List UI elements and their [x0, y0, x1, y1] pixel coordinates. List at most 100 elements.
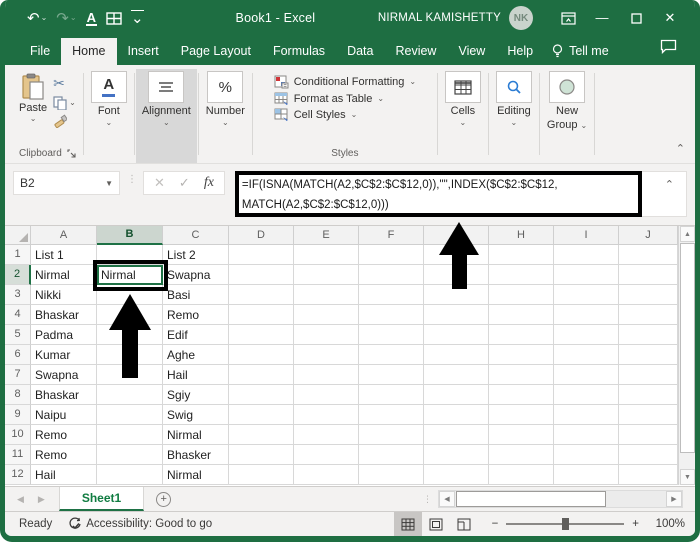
cell-H9[interactable]	[489, 405, 554, 425]
paste-button[interactable]: Paste ⌄	[19, 71, 47, 128]
cell-D10[interactable]	[229, 425, 294, 445]
row-header-11[interactable]: 11	[5, 445, 31, 465]
cell-A4[interactable]: Bhaskar	[31, 305, 97, 325]
view-normal-button[interactable]	[393, 512, 422, 536]
cell-A2[interactable]: Nirmal	[31, 265, 97, 285]
cell-C9[interactable]: Swig	[163, 405, 229, 425]
editing-button[interactable]: Editing ⌄	[495, 71, 532, 127]
number-button[interactable]: % Number ⌄	[206, 71, 245, 127]
cell-J9[interactable]	[619, 405, 678, 425]
cell-C5[interactable]: Edif	[163, 325, 229, 345]
row-header-2[interactable]: 2	[5, 265, 31, 285]
zoom-slider-thumb[interactable]	[562, 518, 570, 531]
cell-H1[interactable]	[489, 245, 554, 265]
cell-H12[interactable]	[489, 465, 554, 485]
undo-icon[interactable]: ↶ ⌄	[27, 11, 47, 26]
column-header-C[interactable]: C	[163, 226, 229, 245]
horizontal-scroll-thumb[interactable]	[456, 491, 606, 507]
tab-page-layout[interactable]: Page Layout	[170, 38, 262, 65]
cell-J7[interactable]	[619, 365, 678, 385]
select-all-button[interactable]	[5, 226, 31, 245]
scroll-left-icon[interactable]: ◀	[439, 491, 455, 507]
cell-F3[interactable]	[359, 285, 424, 305]
vertical-scroll-thumb[interactable]	[680, 243, 695, 453]
formula-bar-grip[interactable]: ⋮	[127, 174, 137, 185]
cell-A12[interactable]: Hail	[31, 465, 97, 485]
cell-A3[interactable]: Nikki	[31, 285, 97, 305]
cell-styles-button[interactable]: Cell Styles ⌄	[274, 108, 357, 121]
cell-G5[interactable]	[424, 325, 489, 345]
name-box-dropdown-icon[interactable]: ▼	[105, 179, 113, 188]
cell-I2[interactable]	[554, 265, 619, 285]
cell-I11[interactable]	[554, 445, 619, 465]
cell-A1[interactable]: List 1	[31, 245, 97, 265]
cell-A11[interactable]: Remo	[31, 445, 97, 465]
cell-J1[interactable]	[619, 245, 678, 265]
zoom-percentage[interactable]: 100%	[647, 518, 685, 530]
cell-D2[interactable]	[229, 265, 294, 285]
cell-G3[interactable]	[424, 285, 489, 305]
cell-E1[interactable]	[294, 245, 359, 265]
cell-B6[interactable]	[97, 345, 163, 365]
cell-H10[interactable]	[489, 425, 554, 445]
cell-E12[interactable]	[294, 465, 359, 485]
new-group-button[interactable]: New Group ⌄	[547, 71, 587, 131]
cell-B5[interactable]	[97, 325, 163, 345]
cell-H2[interactable]	[489, 265, 554, 285]
cell-A8[interactable]: Bhaskar	[31, 385, 97, 405]
cell-G2[interactable]	[424, 265, 489, 285]
avatar[interactable]: NK	[509, 6, 533, 30]
cell-H6[interactable]	[489, 345, 554, 365]
cell-F7[interactable]	[359, 365, 424, 385]
conditional-formatting-button[interactable]: = Conditional Formatting ⌄	[274, 75, 416, 89]
comments-icon[interactable]	[660, 39, 691, 65]
expand-formula-bar-icon[interactable]: ⌃	[665, 178, 674, 191]
cell-B7[interactable]	[97, 365, 163, 385]
cell-E6[interactable]	[294, 345, 359, 365]
cell-G6[interactable]	[424, 345, 489, 365]
row-header-12[interactable]: 12	[5, 465, 31, 485]
formula-input[interactable]: =IF(ISNA(MATCH(A2,$C$2:$C$12,0)),"",INDE…	[234, 171, 687, 217]
cell-I6[interactable]	[554, 345, 619, 365]
cell-A5[interactable]: Padma	[31, 325, 97, 345]
cell-H8[interactable]	[489, 385, 554, 405]
cell-B3[interactable]	[97, 285, 163, 305]
format-as-table-button[interactable]: Format as Table ⌄	[274, 92, 384, 105]
scrollbar-resize-grip[interactable]: ⋮	[423, 494, 432, 504]
cell-E10[interactable]	[294, 425, 359, 445]
cell-B11[interactable]	[97, 445, 163, 465]
cell-D9[interactable]	[229, 405, 294, 425]
redo-icon[interactable]: ↷ ⌄	[56, 11, 76, 26]
zoom-in-icon[interactable]: +	[632, 518, 639, 530]
cell-G1[interactable]	[424, 245, 489, 265]
cell-I4[interactable]	[554, 305, 619, 325]
cell-B12[interactable]	[97, 465, 163, 485]
row-header-10[interactable]: 10	[5, 425, 31, 445]
cell-D1[interactable]	[229, 245, 294, 265]
format-painter-icon[interactable]	[53, 114, 76, 128]
cell-F8[interactable]	[359, 385, 424, 405]
sheet-nav-left-icon[interactable]: ◀	[17, 494, 24, 505]
vertical-scrollbar[interactable]: ▲ ▼	[678, 226, 695, 485]
cell-C11[interactable]: Bhasker	[163, 445, 229, 465]
enter-icon[interactable]: ✓	[179, 175, 190, 191]
cell-C1[interactable]: List 2	[163, 245, 229, 265]
view-page-break-button[interactable]	[450, 512, 478, 536]
cell-F4[interactable]	[359, 305, 424, 325]
cell-C3[interactable]: Basi	[163, 285, 229, 305]
cell-J6[interactable]	[619, 345, 678, 365]
cell-C7[interactable]: Hail	[163, 365, 229, 385]
row-header-1[interactable]: 1	[5, 245, 31, 265]
horizontal-scrollbar[interactable]: ◀ ▶	[438, 490, 683, 508]
zoom-slider[interactable]	[506, 518, 625, 531]
cell-J2[interactable]	[619, 265, 678, 285]
minimize-button[interactable]: —	[585, 0, 619, 36]
cell-I8[interactable]	[554, 385, 619, 405]
horizontal-scroll-track[interactable]	[607, 491, 666, 507]
cell-C10[interactable]: Nirmal	[163, 425, 229, 445]
scroll-right-icon[interactable]: ▶	[666, 491, 682, 507]
cell-H3[interactable]	[489, 285, 554, 305]
cell-J10[interactable]	[619, 425, 678, 445]
cell-J12[interactable]	[619, 465, 678, 485]
cell-B2[interactable]: Nirmal	[97, 265, 163, 285]
